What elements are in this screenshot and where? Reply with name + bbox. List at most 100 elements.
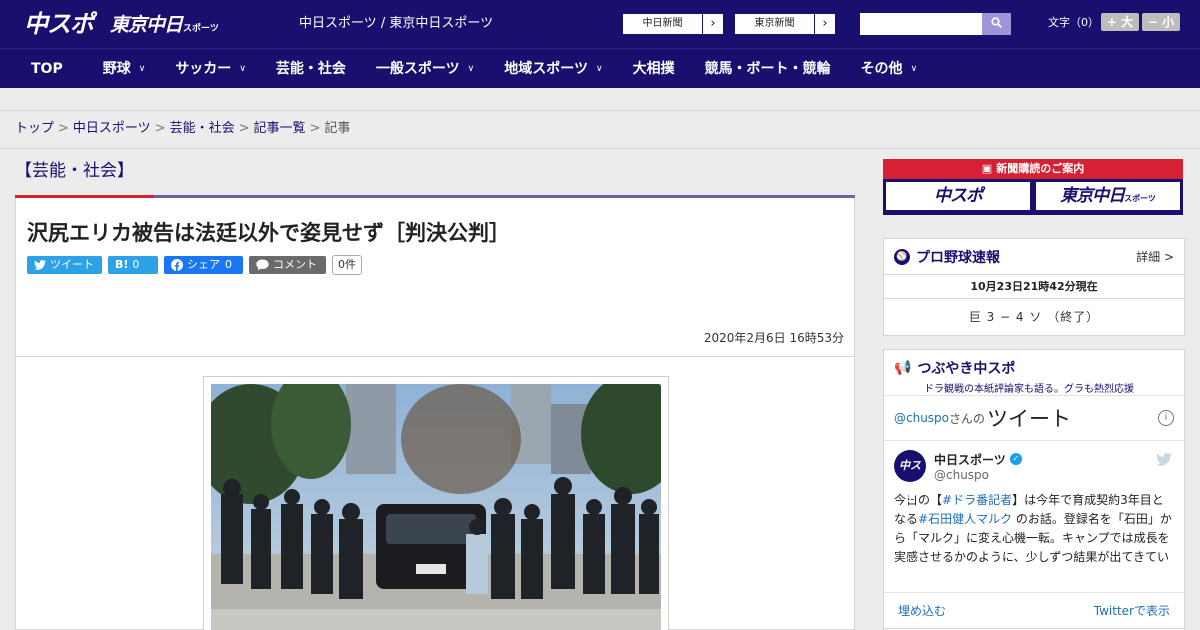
nav-label: 地域スポーツ [504, 60, 588, 77]
article-divider [16, 356, 854, 357]
avatar[interactable]: 中スポ [894, 450, 926, 504]
twitter-widget-subtitle: ドラ観戦の本紙評論家も語る。グラも熱烈応援 [924, 384, 1134, 395]
hatena-icon: B! [115, 258, 129, 271]
tweet-author-name-row: 中日スポーツ ✓ [934, 451, 1022, 468]
facebook-icon [171, 259, 183, 271]
nav-item-top[interactable]: TOP [0, 49, 88, 89]
nav-item-general-sports[interactable]: 一般スポーツ ∨ [361, 49, 489, 89]
pro-baseball-widget: ⚾ プロ野球速報 詳細 > 10月23日21時42分現在 巨 3 − 4 ソ （… [883, 238, 1185, 336]
breadcrumb-chunichi-sports[interactable]: 中日スポーツ [73, 121, 151, 136]
breadcrumb-separator: > [238, 121, 250, 136]
embed-link[interactable]: 埋め込む [898, 602, 946, 619]
search-icon [991, 17, 1002, 28]
nav-label: 競馬・ボート・競輪 [704, 60, 831, 77]
chevron-right-icon: › [710, 16, 716, 31]
site-title[interactable]: 中日スポーツ / 東京中日スポーツ [299, 15, 493, 33]
tweet-author-names: 中日スポーツ ✓ @chuspo [934, 451, 1022, 482]
article-headline: 沢尻エリカ被告は法廷以外で姿見せず［判決公判］ [27, 221, 510, 245]
megaphone-icon: 📢 [894, 360, 912, 376]
chevron-right-icon: › [822, 16, 828, 31]
global-nav: TOP 野球 ∨ サッカー ∨ 芸能・社会 一般スポーツ ∨ 地域スポーツ ∨ 大相撲 … [0, 48, 1200, 88]
pro-baseball-title: プロ野球速報 [916, 249, 1000, 266]
promo-tokyo-sub: スポーツ [1124, 194, 1156, 203]
breadcrumb-article-list[interactable]: 記事一覧 [254, 121, 306, 136]
tweet-author-handle[interactable]: @chuspo [934, 468, 1022, 482]
score-timestamp: 10月23日21時42分現在 [884, 275, 1184, 299]
publish-date: 2020年2月6日 16時53分 [703, 331, 844, 345]
nav-item-sumo[interactable]: 大相撲 [618, 49, 690, 89]
subscription-banner[interactable]: ▣ 新聞購読のご案内 中スポ 東京中日スポーツ [883, 159, 1183, 215]
breadcrumb-top[interactable]: トップ [15, 121, 54, 136]
twitter-widget-header: 📢 つぶやき中スポ ドラ観戦の本紙評論家も語る。グラも熱烈応援 [884, 350, 1184, 396]
nav-item-racing[interactable]: 競馬・ボート・競輪 [690, 49, 846, 89]
nav-item-entertainment[interactable]: 芸能・社会 [261, 49, 361, 89]
facebook-share-count: 0 [225, 258, 232, 271]
nav-label: 芸能・社会 [275, 60, 346, 77]
tweet-text-part: 今日の【 [894, 493, 943, 507]
nav-label: TOP [31, 60, 63, 77]
article-photo[interactable] [211, 384, 661, 630]
share-buttons: ツイート B! 0 シェア 0 コメント 0件 [27, 255, 362, 275]
chunichi-shimbun-link[interactable]: 中日新聞 › [622, 13, 724, 35]
breadcrumb: トップ > 中日スポーツ > 芸能・社会 > 記事一覧 > 記事 [0, 111, 1200, 149]
verified-icon: ✓ [1009, 453, 1022, 465]
chevron-down-icon: ∨ [910, 63, 918, 74]
tweet-text: 今日の【#ドラ番記者】は今年で育成契約3年目となる#石田健人マルク のお話。登録… [884, 491, 1184, 569]
chevron-down-icon: ∨ [138, 63, 146, 74]
nav-item-soccer[interactable]: サッカー ∨ [160, 49, 261, 89]
hashtag-link[interactable]: #ドラ番記者 [942, 493, 1012, 507]
nav-label: その他 [860, 60, 903, 77]
nav-item-baseball[interactable]: 野球 ∨ [88, 49, 161, 89]
nav-label: サッカー [175, 60, 232, 77]
nav-item-other[interactable]: その他 ∨ [846, 49, 933, 89]
comment-button[interactable]: コメント [249, 256, 326, 274]
hashtag-link[interactable]: #石田健人マルク [918, 512, 1012, 526]
facebook-share-button[interactable]: シェア 0 [164, 256, 243, 274]
chevron-down-icon: ∨ [239, 63, 246, 74]
hatena-count: 0 [132, 258, 140, 271]
tweet-label: ツイート [50, 258, 94, 271]
search-input[interactable] [860, 13, 982, 35]
newspaper-icon: ▣ [981, 162, 993, 175]
chuspo-subscribe-logo[interactable]: 中スポ [886, 182, 1030, 210]
tweets-handle-suffix: さんの [949, 411, 986, 426]
view-on-twitter-link[interactable]: Twitterで表示 [1094, 602, 1170, 619]
promo-tokyo-main: 東京中日 [1060, 186, 1125, 206]
breadcrumb-entertainment[interactable]: 芸能・社会 [170, 121, 235, 136]
sub-nav-bar [0, 88, 1200, 111]
photo-scene [211, 384, 661, 630]
hatena-bookmark-button[interactable]: B! 0 [108, 256, 158, 274]
chuspo-logo[interactable]: 中スポ [24, 9, 102, 39]
baseball-icon: ⚾ [894, 248, 910, 265]
tweets-handle-link[interactable]: @chuspo [894, 411, 949, 425]
pro-baseball-details-link[interactable]: 詳細 > [1136, 248, 1174, 265]
main-column: 【芸能・社会】 沢尻エリカ被告は法廷以外で姿見せず［判決公判］ ツイート B! … [15, 150, 855, 630]
tweet-author-name[interactable]: 中日スポーツ [934, 451, 1006, 468]
search-button[interactable] [982, 13, 1011, 35]
info-icon[interactable]: i [1158, 410, 1174, 426]
search-box [860, 13, 1011, 35]
twitter-bird-icon[interactable] [1156, 453, 1172, 466]
nav-item-local-sports[interactable]: 地域スポーツ ∨ [489, 49, 617, 89]
nav-label: 一般スポーツ [375, 60, 460, 77]
tokyo-chunichi-logo[interactable]: 東京中日スポーツ [110, 12, 219, 38]
font-larger-button[interactable]: + 大 [1101, 13, 1139, 31]
tokyo-chunichi-subscribe-logo[interactable]: 東京中日スポーツ [1036, 182, 1180, 210]
article-photo-frame [203, 376, 669, 630]
subscription-banner-title: ▣ 新聞購読のご案内 [883, 159, 1183, 179]
chevron-down-icon: ∨ [467, 63, 475, 74]
game-score[interactable]: 巨 3 − 4 ソ （終了） [884, 299, 1184, 335]
tweets-heading: ツイート [987, 407, 1072, 431]
ext-link-label: 中日新聞 [623, 14, 703, 34]
font-smaller-button[interactable]: − 小 [1142, 13, 1180, 31]
twitter-widget-title-text: つぶやき中スポ [917, 361, 1016, 377]
tweet-button[interactable]: ツイート [27, 256, 102, 274]
breadcrumb-separator: > [154, 121, 166, 136]
font-size-label: 文字（0） [1048, 16, 1099, 29]
twitter-widget: 📢 つぶやき中スポ ドラ観戦の本紙評論家も語る。グラも熱烈応援 @chuspo … [883, 349, 1185, 629]
twitter-widget-title: 📢 つぶやき中スポ [894, 358, 1174, 378]
breadcrumb-separator: > [58, 121, 69, 136]
twitter-widget-footer: 埋め込む Twitterで表示 [884, 592, 1184, 628]
tokyo-shimbun-link[interactable]: 東京新聞 › [734, 13, 836, 35]
category-title: 【芸能・社会】 [15, 161, 134, 181]
